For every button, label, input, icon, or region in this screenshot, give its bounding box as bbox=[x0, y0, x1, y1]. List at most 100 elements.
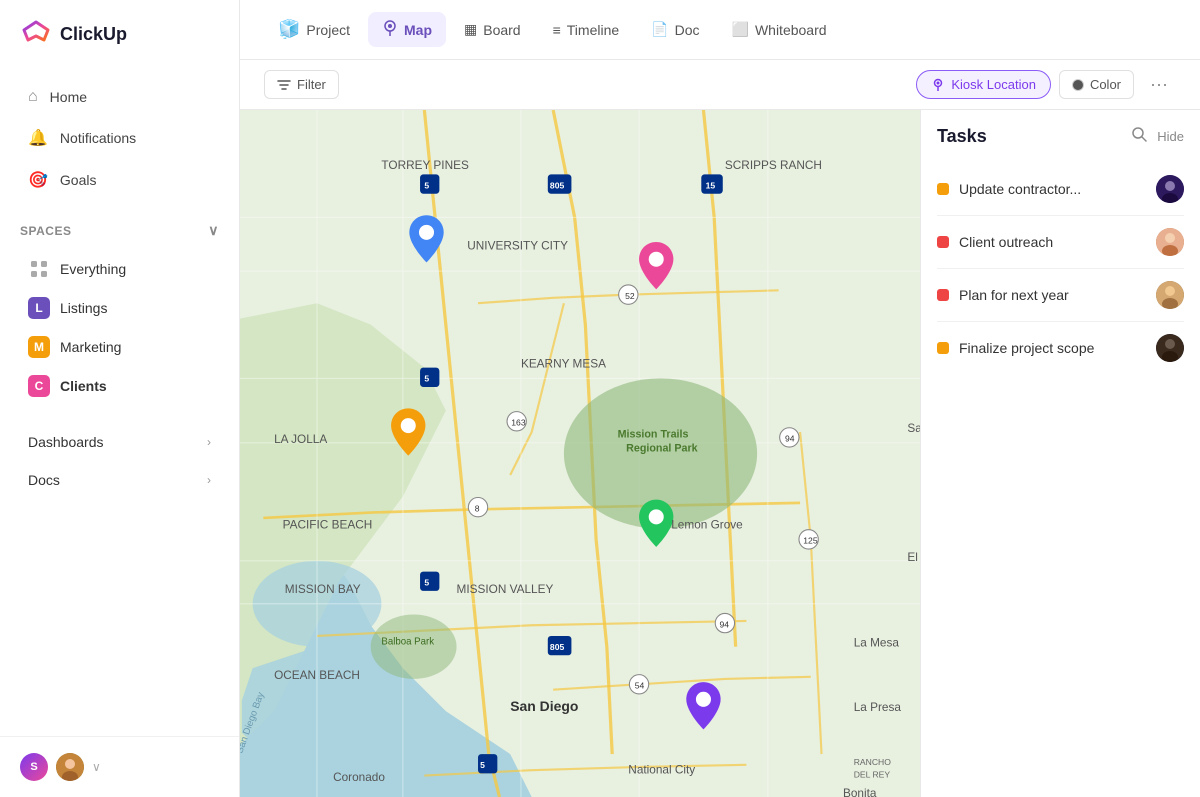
map-toolbar: Filter Kiosk Location Color ··· bbox=[240, 60, 1200, 110]
filter-button[interactable]: Filter bbox=[264, 70, 339, 99]
color-circle-icon bbox=[1072, 79, 1084, 91]
svg-text:UNIVERSITY CITY: UNIVERSITY CITY bbox=[467, 239, 568, 253]
tab-timeline[interactable]: ≡ Timeline bbox=[539, 14, 634, 46]
tab-whiteboard-label: Whiteboard bbox=[755, 22, 827, 38]
task-3-label: Plan for next year bbox=[959, 287, 1146, 303]
svg-text:Santee: Santee bbox=[907, 421, 920, 435]
user-initial-avatar[interactable]: S bbox=[20, 753, 48, 781]
sidebar-item-home-label: Home bbox=[50, 89, 87, 105]
board-icon: ▦ bbox=[464, 21, 477, 38]
svg-text:SCRIPPS RANCH: SCRIPPS RANCH bbox=[725, 158, 822, 172]
logo: ClickUp bbox=[0, 0, 239, 68]
sidebar: ClickUp ⌂ Home 🔔 Notifications 🎯 Goals S… bbox=[0, 0, 240, 797]
task-2-avatar bbox=[1156, 228, 1184, 256]
task-3-avatar bbox=[1156, 281, 1184, 309]
color-label: Color bbox=[1090, 77, 1121, 92]
toolbar-left: Filter bbox=[264, 70, 339, 99]
sidebar-item-everything[interactable]: Everything bbox=[8, 250, 231, 288]
tab-whiteboard[interactable]: ⬜ Whiteboard bbox=[718, 13, 841, 46]
svg-text:125: 125 bbox=[803, 536, 818, 546]
svg-text:MISSION VALLEY: MISSION VALLEY bbox=[457, 582, 554, 596]
clients-badge: C bbox=[28, 375, 50, 397]
sidebar-item-marketing[interactable]: M Marketing bbox=[8, 328, 231, 366]
more-options-button[interactable]: ··· bbox=[1142, 70, 1176, 99]
svg-text:PACIFIC BEACH: PACIFIC BEACH bbox=[283, 518, 373, 532]
toolbar-right: Kiosk Location Color ··· bbox=[916, 70, 1176, 99]
tab-board-label: Board bbox=[483, 22, 520, 38]
svg-text:5: 5 bbox=[424, 578, 429, 588]
sidebar-item-notifications-label: Notifications bbox=[60, 130, 136, 146]
sidebar-item-docs[interactable]: Docs › bbox=[8, 462, 231, 498]
main-content: 🧊 Project Map ▦ Board ≡ Timeline 📄 Doc ⬜… bbox=[240, 0, 1200, 797]
task-item-4[interactable]: Finalize project scope bbox=[937, 322, 1184, 374]
location-pin-icon bbox=[931, 78, 945, 92]
task-2-label: Client outreach bbox=[959, 234, 1146, 250]
user-photo-avatar[interactable] bbox=[56, 753, 84, 781]
svg-text:San Diego: San Diego bbox=[510, 698, 578, 714]
tab-map[interactable]: Map bbox=[368, 12, 446, 47]
listings-label: Listings bbox=[60, 300, 107, 316]
svg-text:805: 805 bbox=[550, 180, 565, 190]
svg-text:5: 5 bbox=[424, 374, 429, 384]
spaces-chevron-icon[interactable]: ∨ bbox=[208, 222, 219, 239]
tasks-hide-button[interactable]: Hide bbox=[1157, 129, 1184, 144]
sidebar-item-goals[interactable]: 🎯 Goals bbox=[8, 160, 231, 200]
sidebar-item-dashboards[interactable]: Dashboards › bbox=[8, 424, 231, 460]
svg-text:Lemon Grove: Lemon Grove bbox=[671, 518, 743, 532]
svg-text:RANCHO: RANCHO bbox=[854, 757, 892, 767]
view-tabs: 🧊 Project Map ▦ Board ≡ Timeline 📄 Doc ⬜… bbox=[240, 0, 1200, 60]
logo-text: ClickUp bbox=[60, 24, 127, 45]
task-1-avatar bbox=[1156, 175, 1184, 203]
tab-timeline-label: Timeline bbox=[567, 22, 619, 38]
everything-label: Everything bbox=[60, 261, 126, 277]
chevron-down-icon[interactable]: ∨ bbox=[92, 760, 101, 774]
svg-text:15: 15 bbox=[706, 180, 716, 190]
sidebar-item-notifications[interactable]: 🔔 Notifications bbox=[8, 118, 231, 158]
goals-icon: 🎯 bbox=[28, 170, 48, 190]
svg-text:94: 94 bbox=[720, 619, 730, 629]
dashboards-chevron-icon: › bbox=[207, 435, 211, 449]
task-1-status-dot bbox=[937, 183, 949, 195]
sidebar-item-clients[interactable]: C Clients bbox=[8, 367, 231, 405]
svg-text:8: 8 bbox=[475, 503, 480, 513]
tab-map-label: Map bbox=[404, 22, 432, 38]
svg-text:Bonita: Bonita bbox=[843, 786, 877, 797]
whiteboard-icon: ⬜ bbox=[732, 21, 749, 38]
svg-text:5: 5 bbox=[424, 180, 429, 190]
kiosk-location-button[interactable]: Kiosk Location bbox=[916, 70, 1051, 99]
svg-text:94: 94 bbox=[785, 434, 795, 444]
sidebar-item-home[interactable]: ⌂ Home bbox=[8, 78, 231, 116]
task-4-avatar bbox=[1156, 334, 1184, 362]
spaces-label: Spaces bbox=[20, 224, 71, 238]
tasks-header: Tasks Hide bbox=[937, 126, 1184, 147]
tasks-search-button[interactable] bbox=[1131, 126, 1147, 147]
task-item-1[interactable]: Update contractor... bbox=[937, 163, 1184, 216]
everything-grid-icon bbox=[28, 258, 50, 280]
tab-doc[interactable]: 📄 Doc bbox=[637, 13, 713, 46]
listings-badge: L bbox=[28, 297, 50, 319]
task-item-2[interactable]: Client outreach bbox=[937, 216, 1184, 269]
content-area: Mission Trails Regional Park Balboa Park… bbox=[240, 110, 1200, 797]
svg-text:MISSION BAY: MISSION BAY bbox=[285, 582, 361, 596]
svg-text:Regional Park: Regional Park bbox=[626, 442, 698, 454]
marketing-badge: M bbox=[28, 336, 50, 358]
filter-icon bbox=[277, 78, 291, 92]
more-icon: ··· bbox=[1150, 74, 1168, 94]
map-container[interactable]: Mission Trails Regional Park Balboa Park… bbox=[240, 110, 920, 797]
svg-text:54: 54 bbox=[635, 681, 645, 691]
tab-project[interactable]: 🧊 Project bbox=[264, 11, 364, 48]
svg-text:TORREY PINES: TORREY PINES bbox=[381, 158, 469, 172]
task-item-3[interactable]: Plan for next year bbox=[937, 269, 1184, 322]
tab-board[interactable]: ▦ Board bbox=[450, 13, 535, 46]
svg-text:DEL REY: DEL REY bbox=[854, 770, 891, 780]
svg-text:805: 805 bbox=[550, 642, 565, 652]
color-button[interactable]: Color bbox=[1059, 70, 1134, 99]
map-svg: Mission Trails Regional Park Balboa Park… bbox=[240, 110, 920, 797]
timeline-icon: ≡ bbox=[553, 22, 561, 38]
sidebar-item-listings[interactable]: L Listings bbox=[8, 289, 231, 327]
svg-text:OCEAN BEACH: OCEAN BEACH bbox=[274, 668, 360, 682]
map-icon bbox=[382, 20, 398, 39]
task-1-label: Update contractor... bbox=[959, 181, 1146, 197]
dashboards-label: Dashboards bbox=[28, 434, 104, 450]
svg-text:163: 163 bbox=[511, 418, 526, 428]
